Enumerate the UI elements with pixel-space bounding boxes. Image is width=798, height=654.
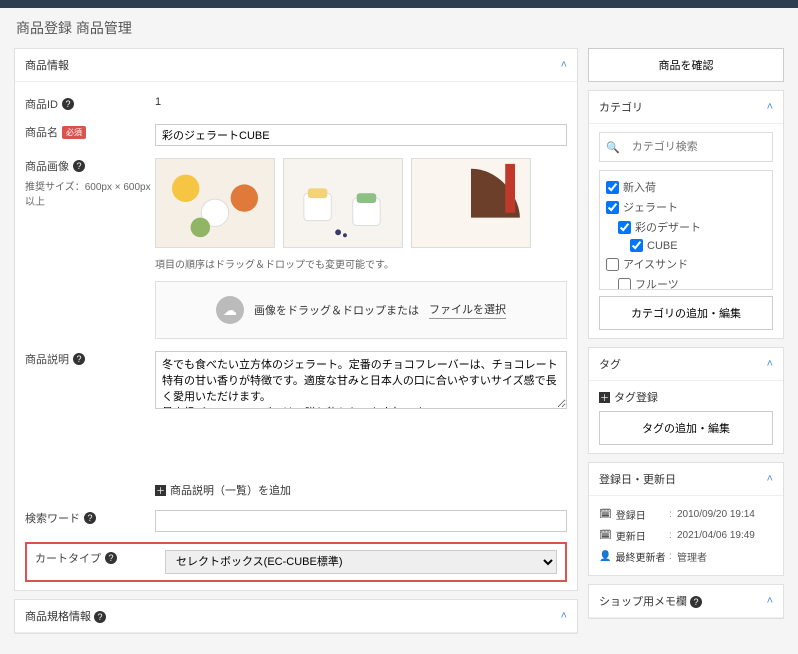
created-value: 2010/09/20 19:14: [677, 509, 755, 520]
description-textarea[interactable]: 冬でも食べたい立方体のジェラート。定番のチョコフレーバーは、チョコレート特有の甘…: [155, 351, 567, 409]
category-label: アイスサンド: [623, 256, 688, 272]
chevron-up-icon[interactable]: ˄: [767, 473, 773, 485]
category-checkbox[interactable]: [606, 201, 619, 214]
name-label: 商品名: [25, 124, 58, 140]
drag-hint: 項目の順序はドラッグ＆ドロップでも変更可能です。: [155, 256, 567, 271]
updater-label: 最終更新者: [615, 549, 665, 564]
category-search-input[interactable]: [626, 137, 766, 157]
chevron-up-icon[interactable]: ˄: [561, 610, 567, 622]
product-spec-panel: 商品規格情報 ? ˄: [14, 599, 578, 634]
chevron-up-icon[interactable]: ˄: [767, 358, 773, 370]
panel-title: 商品規格情報: [25, 611, 91, 623]
panel-title: タグ: [599, 356, 621, 372]
category-item[interactable]: フルーツ: [606, 274, 766, 290]
top-bar: [0, 0, 798, 8]
file-select-link[interactable]: ファイルを選択: [429, 301, 506, 319]
drop-text: 画像をドラッグ＆ドロップまたは: [254, 302, 419, 318]
search-word-input[interactable]: [155, 510, 567, 532]
product-image-1[interactable]: [155, 158, 275, 248]
category-edit-button[interactable]: カテゴリの追加・編集: [599, 296, 773, 330]
category-checkbox[interactable]: [630, 239, 643, 252]
plus-icon: ＋: [155, 485, 166, 496]
panel-title: ショップ用メモ欄: [599, 596, 687, 608]
help-icon[interactable]: ?: [94, 611, 106, 623]
search-word-label: 検索ワード: [25, 510, 80, 526]
dates-panel: 登録日・更新日 ˄ 🗓登録日 : 2010/09/20 19:14 🗓更新日 :…: [588, 462, 784, 576]
category-list: 新入荷ジェラート彩のデザート CUBE アイスサンドフルーツ: [599, 170, 773, 290]
chevron-up-icon[interactable]: ˄: [561, 59, 567, 71]
category-label: CUBE: [647, 240, 678, 252]
category-item[interactable]: ジェラート: [606, 197, 766, 217]
category-checkbox[interactable]: [606, 181, 619, 194]
updated-label: 更新日: [616, 528, 646, 543]
image-dropzone[interactable]: ☁ 画像をドラッグ＆ドロップまたは ファイルを選択: [155, 281, 567, 339]
chevron-up-icon[interactable]: ˄: [767, 101, 773, 113]
product-name-input[interactable]: [155, 124, 567, 146]
product-image-2[interactable]: [283, 158, 403, 248]
id-label: 商品ID: [25, 96, 58, 112]
search-icon: 🔍: [606, 141, 620, 154]
tag-panel: タグ ˄ ＋ タグ登録 タグの追加・編集: [588, 347, 784, 454]
category-checkbox[interactable]: [618, 221, 631, 234]
help-icon[interactable]: ?: [84, 512, 96, 524]
upload-icon: ☁: [216, 296, 244, 324]
updated-value: 2021/04/06 19:49: [677, 530, 755, 541]
category-checkbox[interactable]: [606, 258, 619, 271]
help-icon[interactable]: ?: [105, 552, 117, 564]
tag-edit-button[interactable]: タグの追加・編集: [599, 411, 773, 445]
required-badge: 必須: [62, 126, 86, 139]
user-icon: 👤: [599, 551, 611, 562]
product-image-3[interactable]: [411, 158, 531, 248]
page-title: 商品登録 商品管理: [0, 8, 798, 48]
category-item[interactable]: 新入荷: [606, 177, 766, 197]
calendar-icon: 🗓: [599, 509, 612, 520]
images-hint: 推奨サイズ：600px × 600px以上: [25, 178, 155, 208]
calendar-icon: 🗓: [599, 530, 612, 541]
panel-title: 登録日・更新日: [599, 471, 676, 487]
category-label: 新入荷: [623, 179, 656, 195]
category-item[interactable]: CUBE: [606, 237, 766, 254]
help-icon[interactable]: ?: [62, 98, 74, 110]
images-label: 商品画像: [25, 158, 69, 174]
desc-label: 商品説明: [25, 351, 69, 367]
category-label: フルーツ: [635, 276, 679, 290]
chevron-up-icon[interactable]: ˄: [767, 595, 773, 607]
category-item[interactable]: アイスサンド: [606, 254, 766, 274]
tag-register-link[interactable]: タグ登録: [614, 389, 658, 405]
memo-panel: ショップ用メモ欄 ? ˄: [588, 584, 784, 619]
category-checkbox[interactable]: [618, 278, 631, 291]
category-item[interactable]: 彩のデザート: [606, 217, 766, 237]
add-description-link[interactable]: ＋ 商品説明（一覧）を追加: [155, 482, 567, 498]
panel-title: 商品情報: [25, 57, 69, 73]
created-label: 登録日: [616, 507, 646, 522]
id-value: 1: [155, 96, 567, 108]
panel-title: カテゴリ: [599, 99, 643, 115]
help-icon[interactable]: ?: [73, 160, 85, 172]
category-label: 彩のデザート: [635, 219, 701, 235]
confirm-product-button[interactable]: 商品を確認: [588, 48, 784, 82]
updater-value: 管理者: [677, 549, 707, 564]
category-panel: カテゴリ ˄ 🔍 新入荷ジェラート彩のデザート CUBE アイスサンドフルーツ カテ…: [588, 90, 784, 339]
product-info-panel: 商品情報 ˄ 商品ID ? 1 商品名 必須: [14, 48, 578, 591]
cart-type-select[interactable]: セレクトボックス(EC-CUBE標準): [165, 550, 557, 574]
cart-type-label: カートタイプ: [35, 550, 101, 566]
plus-icon: ＋: [599, 392, 610, 403]
help-icon[interactable]: ?: [690, 596, 702, 608]
help-icon[interactable]: ?: [73, 353, 85, 365]
category-label: ジェラート: [623, 199, 678, 215]
